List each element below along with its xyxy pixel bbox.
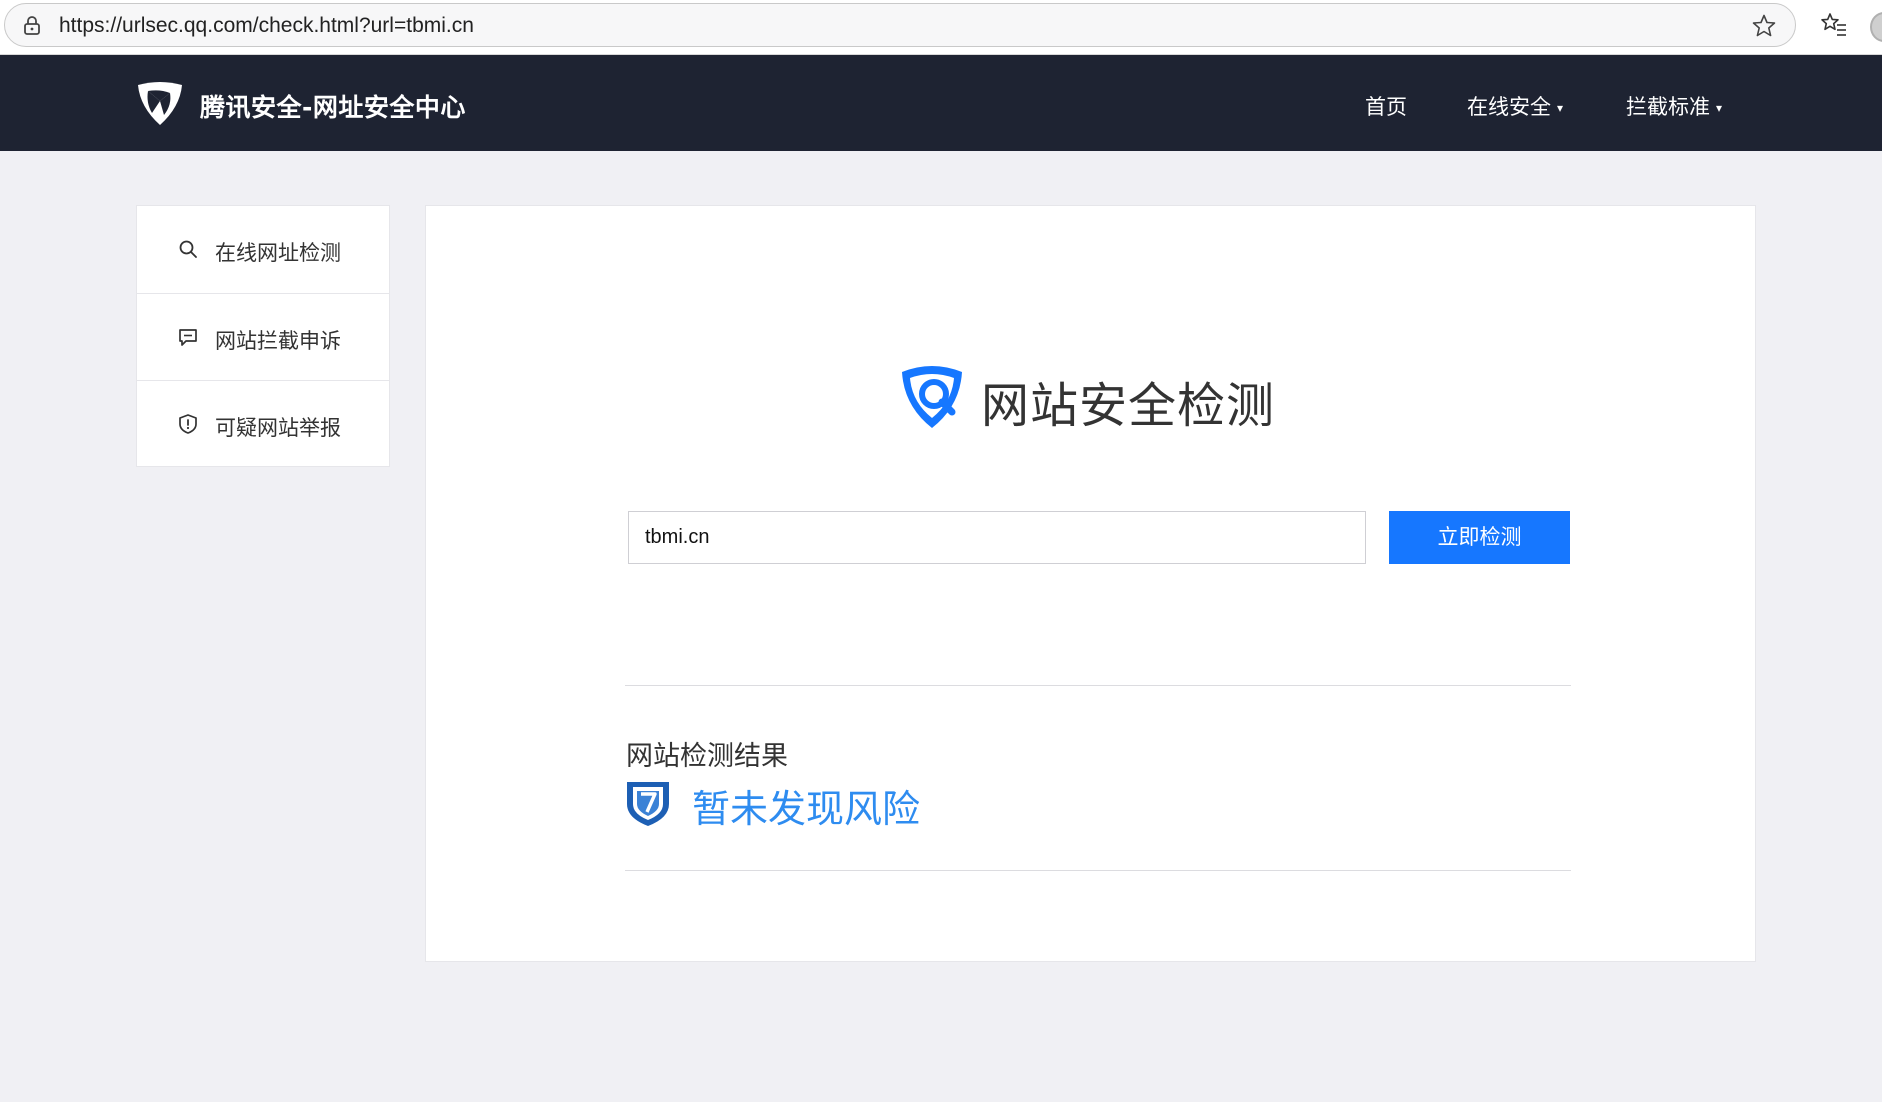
shield-search-icon (902, 366, 962, 428)
nav-online-security-label[interactable]: 在线安全 (1467, 95, 1551, 119)
nav-block-standard[interactable]: 拦截标准 ▾ (1626, 91, 1722, 121)
result-label: 网站检测结果 (626, 741, 788, 772)
nav-block-standard-label[interactable]: 拦截标准 (1626, 95, 1710, 119)
shield-alert-icon (179, 414, 197, 434)
sidebar-item-appeal[interactable]: 网站拦截申诉 (137, 293, 389, 381)
bookmark-star-icon[interactable] (1751, 13, 1777, 39)
site-header: 腾讯安全-网址安全中心 首页 在线安全 ▾ 拦截标准 ▾ (0, 55, 1882, 151)
divider (625, 685, 1571, 686)
caret-down-icon[interactable]: ▾ (1716, 101, 1722, 115)
check-panel: 网站安全检测 立即检测 网站检测结果 暂未发现风险 (425, 205, 1756, 962)
lock-icon[interactable] (21, 15, 43, 37)
search-icon (179, 240, 197, 258)
sidebar-item-label: 可疑网站举报 (215, 416, 341, 440)
profile-avatar[interactable] (1870, 12, 1882, 42)
browser-address-bar: https://urlsec.qq.com/check.html?url=tbm… (0, 0, 1882, 55)
caret-down-icon[interactable]: ▾ (1557, 101, 1563, 115)
result-status-text: 暂未发现风险 (692, 787, 921, 831)
nav-online-security[interactable]: 在线安全 ▾ (1467, 91, 1563, 121)
chat-icon (179, 329, 197, 346)
sidebar-item-url-check[interactable]: 在线网址检测 (137, 206, 389, 293)
check-now-button[interactable]: 立即检测 (1389, 511, 1570, 564)
sidebar-item-label: 网站拦截申诉 (215, 329, 341, 353)
site-logo-text[interactable]: 腾讯安全-网址安全中心 (200, 88, 466, 124)
favorites-icon[interactable] (1820, 11, 1848, 39)
safe-shield-icon (627, 782, 669, 826)
divider (625, 870, 1571, 871)
url-text[interactable]: https://urlsec.qq.com/check.html?url=tbm… (59, 14, 474, 38)
url-input[interactable] (628, 511, 1366, 564)
nav-home-label[interactable]: 首页 (1365, 95, 1407, 119)
nav-home[interactable]: 首页 (1365, 91, 1407, 121)
sidebar-item-report[interactable]: 可疑网站举报 (137, 380, 389, 468)
tencent-security-logo-icon[interactable] (134, 77, 186, 129)
sidebar-item-label: 在线网址检测 (215, 241, 341, 265)
sidebar: 在线网址检测 网站拦截申诉 可疑网站举报 (136, 205, 390, 467)
url-box[interactable]: https://urlsec.qq.com/check.html?url=tbm… (4, 3, 1796, 47)
page-title: 网站安全检测 (981, 378, 1276, 434)
